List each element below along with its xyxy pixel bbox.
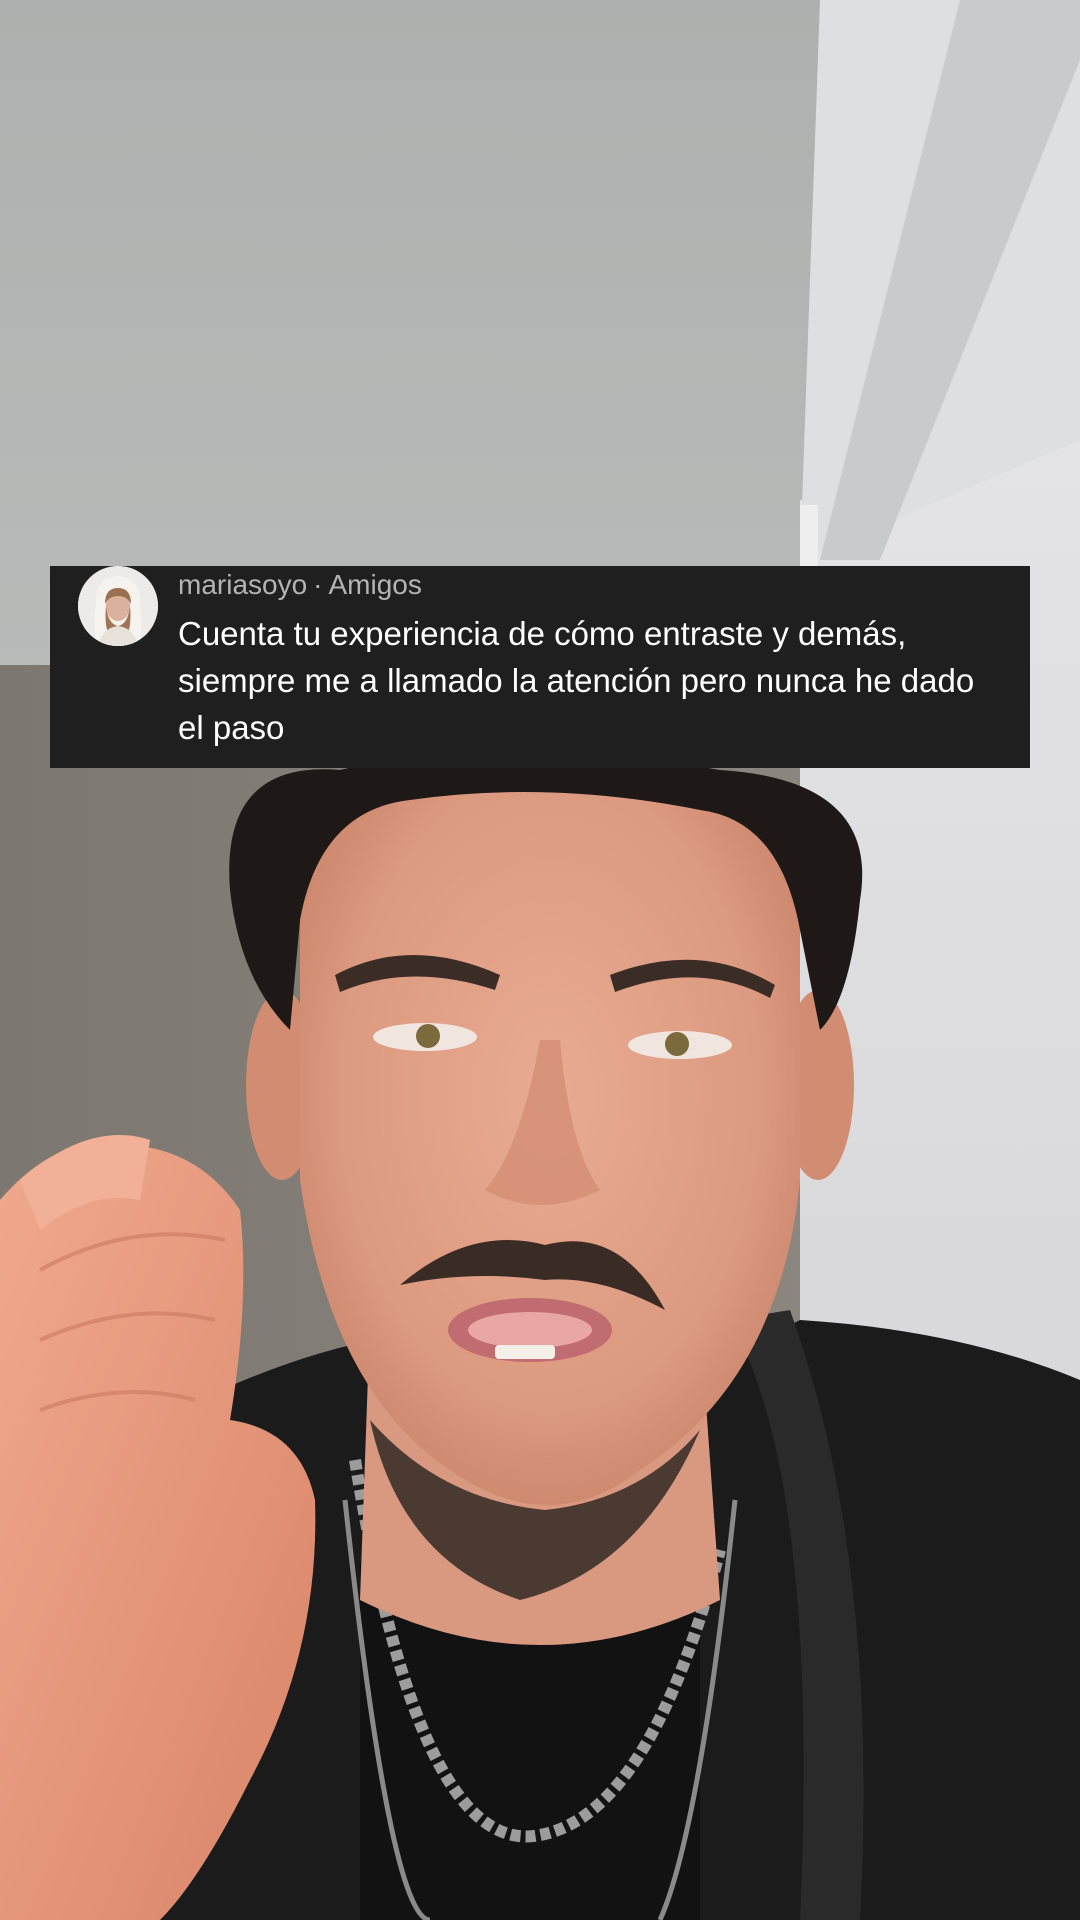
reply-meta: mariasoyo · Amigos: [178, 568, 422, 602]
meta-separator: ·: [313, 569, 323, 600]
avatar-photo-icon: [78, 566, 158, 646]
commenter-username[interactable]: mariasoyo: [178, 569, 307, 600]
relationship-label: Amigos: [328, 569, 422, 600]
reply-comment-text: Cuenta tu experiencia de cómo entraste y…: [178, 615, 975, 746]
video-scene: [0, 0, 1080, 1920]
commenter-avatar[interactable]: [78, 566, 158, 646]
comment-reply-banner[interactable]: mariasoyo · Amigos Cuenta tu experiencia d…: [50, 566, 1030, 768]
video-frame[interactable]: [0, 0, 1080, 1920]
